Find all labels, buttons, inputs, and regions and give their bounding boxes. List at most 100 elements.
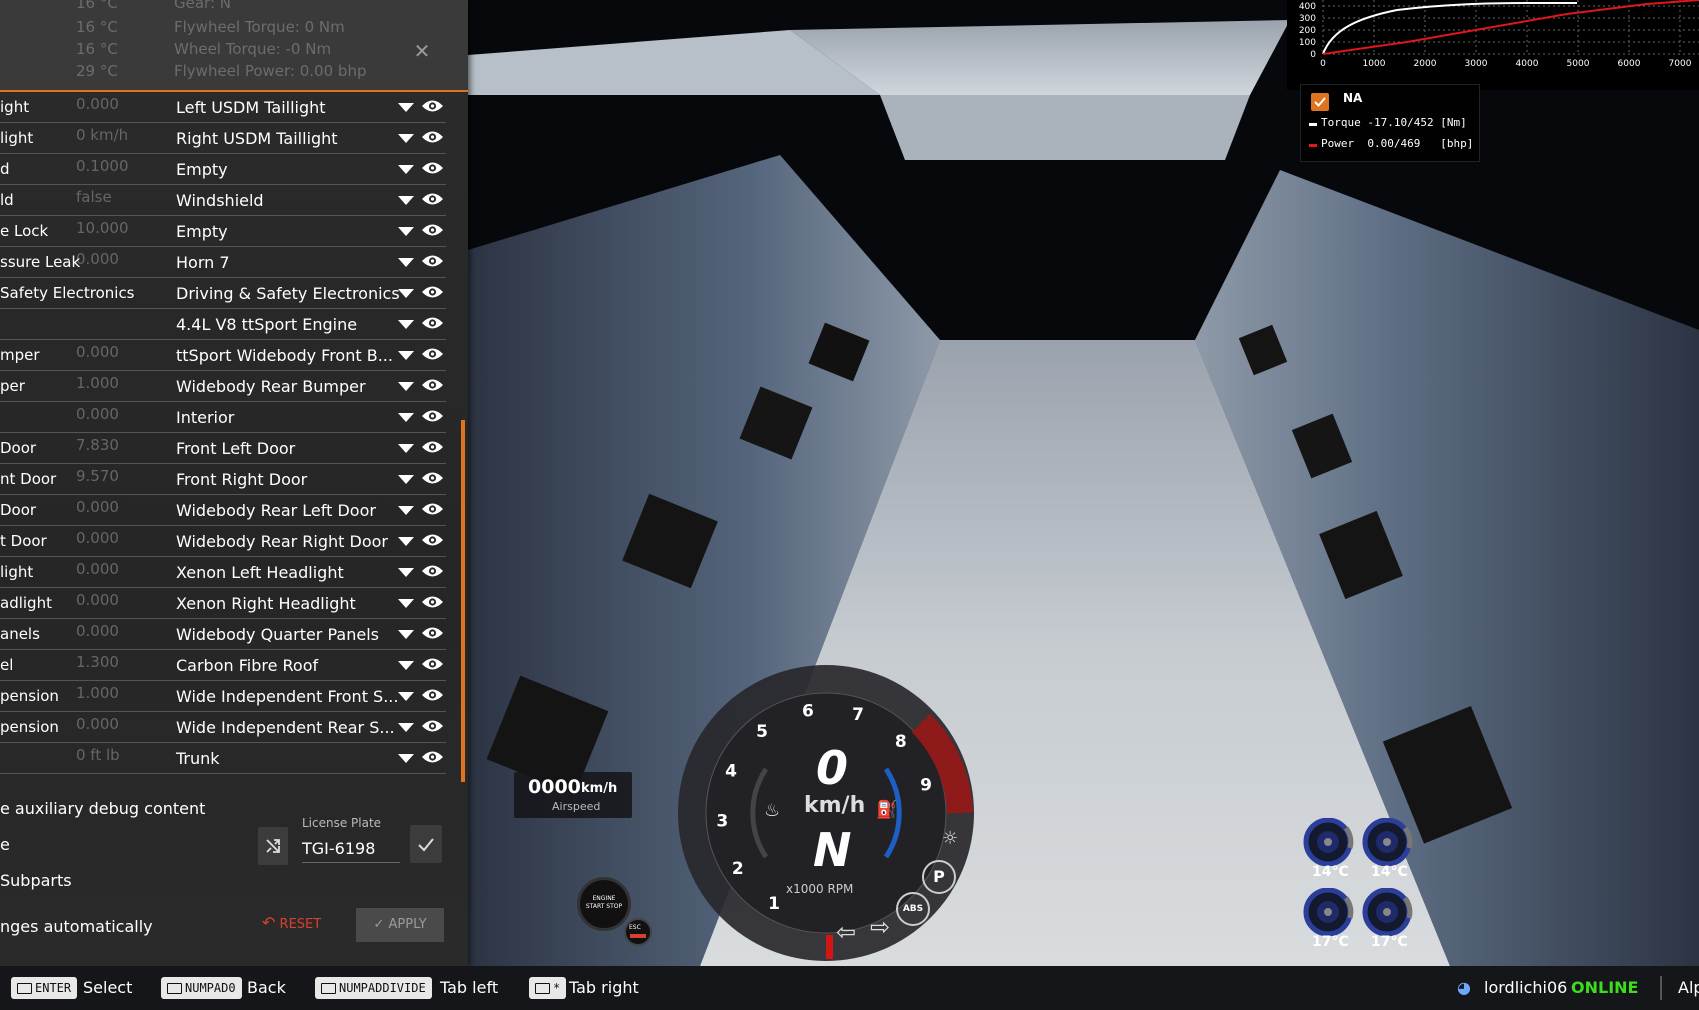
chevron-down-icon[interactable] <box>398 289 414 298</box>
close-icon[interactable]: ✕ <box>413 41 431 61</box>
eye-icon[interactable] <box>421 594 444 610</box>
scrollbar[interactable] <box>461 420 465 782</box>
part-slot-row[interactable]: 7.830 Door Front Left Door <box>0 433 446 464</box>
chevron-down-icon[interactable] <box>398 165 414 174</box>
eye-icon[interactable] <box>421 532 444 548</box>
chevron-down-icon[interactable] <box>398 227 414 236</box>
part-dropdown-value[interactable]: Driving & Safety Electronics <box>176 284 400 303</box>
part-slot-row[interactable]: 0 ft lb Trunk <box>0 743 446 774</box>
numpad0-key-hint[interactable]: NUMPAD0 <box>161 977 242 999</box>
part-dropdown-value[interactable]: Carbon Fibre Roof <box>176 656 318 675</box>
eye-icon[interactable] <box>421 346 444 362</box>
chevron-down-icon[interactable] <box>398 568 414 577</box>
part-slot-row[interactable]: 0.000 light Xenon Left Headlight <box>0 557 446 588</box>
part-slot-row[interactable]: 0.000 ight Left USDM Taillight <box>0 92 446 123</box>
part-slot-row[interactable]: false ld Windshield <box>0 185 446 216</box>
apply-button[interactable]: ✓ APPLY <box>356 908 444 942</box>
part-slot-row[interactable]: 9.570 nt Door Front Right Door <box>0 464 446 495</box>
eye-icon[interactable] <box>421 253 444 269</box>
confirm-plate-button[interactable] <box>410 825 442 863</box>
chevron-down-icon[interactable] <box>398 475 414 484</box>
eye-icon[interactable] <box>421 408 444 424</box>
eye-icon[interactable] <box>421 718 444 734</box>
chevron-down-icon[interactable] <box>398 723 414 732</box>
eye-icon[interactable] <box>421 129 444 145</box>
part-slot-row[interactable]: 0.1000 d Empty <box>0 154 446 185</box>
part-dropdown-value[interactable]: Trunk <box>176 749 220 768</box>
reset-button[interactable]: ↶ RESET <box>262 913 321 932</box>
part-slot-row[interactable]: 0.000 pension Wide Independent Rear S... <box>0 712 446 743</box>
eye-icon[interactable] <box>421 470 444 486</box>
part-dropdown-value[interactable]: Interior <box>176 408 234 427</box>
eye-icon[interactable] <box>421 439 444 455</box>
eye-icon[interactable] <box>421 160 444 176</box>
part-slot-row[interactable]: 4.4L V8 ttSport Engine <box>0 309 446 340</box>
part-dropdown-value[interactable]: Wide Independent Front S... <box>176 687 398 706</box>
part-dropdown-value[interactable]: Front Left Door <box>176 439 295 458</box>
engine-start-stop-button[interactable]: ENGINE START STOP <box>577 877 631 931</box>
part-dropdown-value[interactable]: Right USDM Taillight <box>176 129 338 148</box>
part-dropdown-value[interactable]: 4.4L V8 ttSport Engine <box>176 315 357 334</box>
part-slot-row[interactable]: Safety Electronics Driving & Safety Elect… <box>0 278 446 309</box>
eye-icon[interactable] <box>421 749 444 765</box>
chevron-down-icon[interactable] <box>398 103 414 112</box>
chevron-down-icon[interactable] <box>398 630 414 639</box>
eye-icon[interactable] <box>421 98 444 114</box>
eye-icon[interactable] <box>421 191 444 207</box>
part-dropdown-value[interactable]: Widebody Rear Left Door <box>176 501 376 520</box>
part-slot-row[interactable]: 0.000 adlight Xenon Right Headlight <box>0 588 446 619</box>
part-dropdown-value[interactable]: Horn 7 <box>176 253 230 272</box>
chevron-down-icon[interactable] <box>398 258 414 267</box>
chevron-down-icon[interactable] <box>398 382 414 391</box>
chevron-down-icon[interactable] <box>398 351 414 360</box>
part-dropdown-value[interactable]: Empty <box>176 160 228 179</box>
chevron-down-icon[interactable] <box>398 692 414 701</box>
aux-debug-toggle-label[interactable]: e auxiliary debug content <box>0 799 205 818</box>
chevron-down-icon[interactable] <box>398 413 414 422</box>
asterisk-key-hint[interactable]: * <box>529 977 567 999</box>
chevron-down-icon[interactable] <box>398 320 414 329</box>
enter-key-hint[interactable]: ENTER <box>11 977 78 999</box>
part-dropdown-value[interactable]: Widebody Quarter Panels <box>176 625 379 644</box>
part-dropdown-value[interactable]: Left USDM Taillight <box>176 98 326 117</box>
part-slot-row[interactable]: 0.000 anels Widebody Quarter Panels <box>0 619 446 650</box>
eye-icon[interactable] <box>421 377 444 393</box>
part-dropdown-value[interactable]: Wide Independent Rear S... <box>176 718 395 737</box>
part-slot-row[interactable]: 1.300 el Carbon Fibre Roof <box>0 650 446 681</box>
eye-icon[interactable] <box>421 501 444 517</box>
chevron-down-icon[interactable] <box>398 506 414 515</box>
chevron-down-icon[interactable] <box>398 537 414 546</box>
eye-icon[interactable] <box>421 563 444 579</box>
chevron-down-icon[interactable] <box>398 196 414 205</box>
eye-icon[interactable] <box>421 315 444 331</box>
part-slot-row[interactable]: 0.000 Interior <box>0 402 446 433</box>
part-dropdown-value[interactable]: Widebody Rear Right Door <box>176 532 388 551</box>
eye-icon[interactable] <box>421 222 444 238</box>
na-checkbox[interactable] <box>1311 93 1329 111</box>
chevron-down-icon[interactable] <box>398 444 414 453</box>
eye-icon[interactable] <box>421 625 444 641</box>
part-slot-row[interactable]: 0.000 ssure Leak Horn 7 <box>0 247 446 278</box>
part-dropdown-value[interactable]: Front Right Door <box>176 470 307 489</box>
eye-icon[interactable] <box>421 284 444 300</box>
part-slot-row[interactable]: 1.000 pension Wide Independent Front S... <box>0 681 446 712</box>
chevron-down-icon[interactable] <box>398 754 414 763</box>
numpaddivide-key-hint[interactable]: NUMPADDIVIDE <box>315 977 432 999</box>
part-dropdown-value[interactable]: Xenon Right Headlight <box>176 594 356 613</box>
chevron-down-icon[interactable] <box>398 661 414 670</box>
part-dropdown-value[interactable]: Xenon Left Headlight <box>176 563 344 582</box>
part-slot-row[interactable]: 10.000 e Lock Empty <box>0 216 446 247</box>
part-slot-row[interactable]: 0.000 Door Widebody Rear Left Door <box>0 495 446 526</box>
part-slot-row[interactable]: 0 km/h light Right USDM Taillight <box>0 123 446 154</box>
part-slot-row[interactable]: 0.000 mper ttSport Widebody Front B... <box>0 340 446 371</box>
chevron-down-icon[interactable] <box>398 134 414 143</box>
eye-icon[interactable] <box>421 687 444 703</box>
part-slot-row[interactable]: 1.000 per Widebody Rear Bumper <box>0 371 446 402</box>
part-dropdown-value[interactable]: Empty <box>176 222 228 241</box>
part-dropdown-value[interactable]: ttSport Widebody Front B... <box>176 346 393 365</box>
license-plate-input[interactable]: TGI-6198 <box>302 836 400 863</box>
eye-icon[interactable] <box>421 656 444 672</box>
part-slot-row[interactable]: 0.000 t Door Widebody Rear Right Door <box>0 526 446 557</box>
part-dropdown-value[interactable]: Widebody Rear Bumper <box>176 377 366 396</box>
part-dropdown-value[interactable]: Windshield <box>176 191 264 210</box>
